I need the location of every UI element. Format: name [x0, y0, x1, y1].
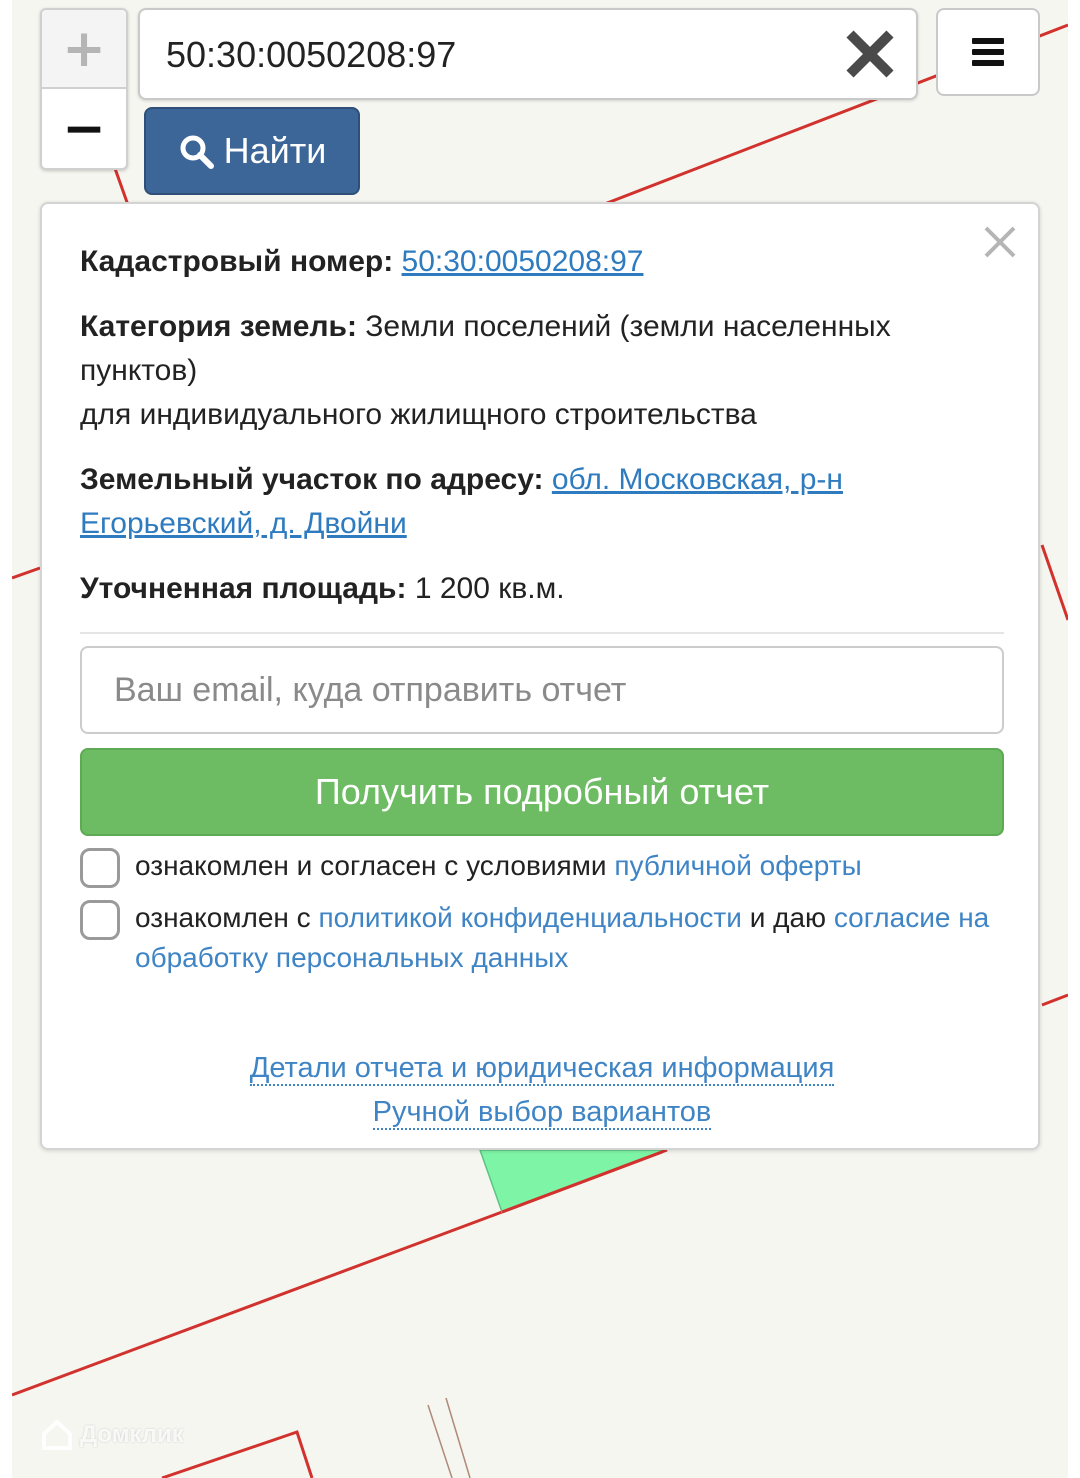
privacy-consent-checkbox[interactable]	[80, 900, 120, 940]
address-label: Земельный участок по адресу:	[80, 463, 544, 496]
cadastral-number-link[interactable]: 50:30:0050208:97	[402, 245, 644, 278]
cadastral-number-row: Кадастровый номер: 50:30:0050208:97	[80, 240, 1004, 284]
area-label: Уточненная площадь:	[80, 572, 407, 605]
get-report-button[interactable]: Получить подробный отчет	[80, 748, 1004, 836]
watermark-text: Домклик	[80, 1421, 184, 1448]
offer-consent-text: ознакомлен и согласен с условиями	[135, 850, 607, 881]
search-input[interactable]	[166, 26, 826, 84]
parcel-boundary	[12, 566, 41, 580]
report-details-link[interactable]: Детали отчета и юридическая информация	[249, 1052, 835, 1086]
public-offer-link[interactable]: публичной оферты	[614, 850, 861, 881]
area-row: Уточненная площадь: 1 200 кв.м.	[80, 567, 1004, 611]
search-box	[138, 8, 918, 100]
bottom-links: Детали отчета и юридическая информация Р…	[42, 1046, 1042, 1134]
privacy-policy-link[interactable]: политикой конфиденциальности	[318, 902, 741, 933]
search-icon	[180, 135, 214, 169]
menu-button[interactable]	[936, 8, 1040, 96]
find-button[interactable]: Найти	[144, 107, 360, 195]
road-edge	[445, 1397, 471, 1478]
offer-consent-row: ознакомлен и согласен с условиями публич…	[80, 846, 1004, 888]
parcel-boundary	[12, 1210, 503, 1397]
find-button-label: Найти	[223, 130, 327, 171]
hamburger-menu-icon	[972, 33, 1004, 71]
house-logo-icon	[42, 1419, 72, 1450]
zoom-in-button[interactable]: +	[42, 10, 126, 89]
parcel-boundary	[161, 1430, 314, 1478]
privacy-consent-text-b: и даю	[749, 902, 827, 933]
close-icon[interactable]	[840, 24, 900, 84]
privacy-consent-text-a: ознакомлен с	[135, 902, 311, 933]
parcel-info-popup: Кадастровый номер: 50:30:0050208:97 Кате…	[40, 202, 1040, 1150]
email-field-wrapper	[80, 646, 1004, 734]
cadastral-number-label: Кадастровый номер:	[80, 245, 394, 278]
address-row: Земельный участок по адресу: обл. Москов…	[80, 458, 1004, 546]
manual-selection-link[interactable]: Ручной выбор вариантов	[372, 1096, 712, 1130]
land-category-label: Категория земель:	[80, 310, 357, 343]
area-value: 1 200 кв.м.	[414, 572, 565, 605]
parcel-boundary	[1041, 993, 1068, 1007]
offer-consent-checkbox[interactable]	[80, 848, 120, 888]
land-usage-value: для индивидуального жилищного строительс…	[80, 398, 757, 431]
zoom-out-button[interactable]: −	[42, 89, 126, 168]
parcel-boundary	[1040, 544, 1068, 621]
email-field[interactable]	[82, 648, 1002, 732]
divider	[80, 632, 1004, 634]
land-category-row: Категория земель: Земли поселений (земли…	[80, 305, 1004, 437]
road-edge	[427, 1404, 453, 1478]
zoom-control: + −	[40, 8, 128, 170]
privacy-consent-row: ознакомлен с политикой конфиденциальност…	[80, 898, 1004, 978]
watermark: Домклик	[40, 1418, 184, 1452]
